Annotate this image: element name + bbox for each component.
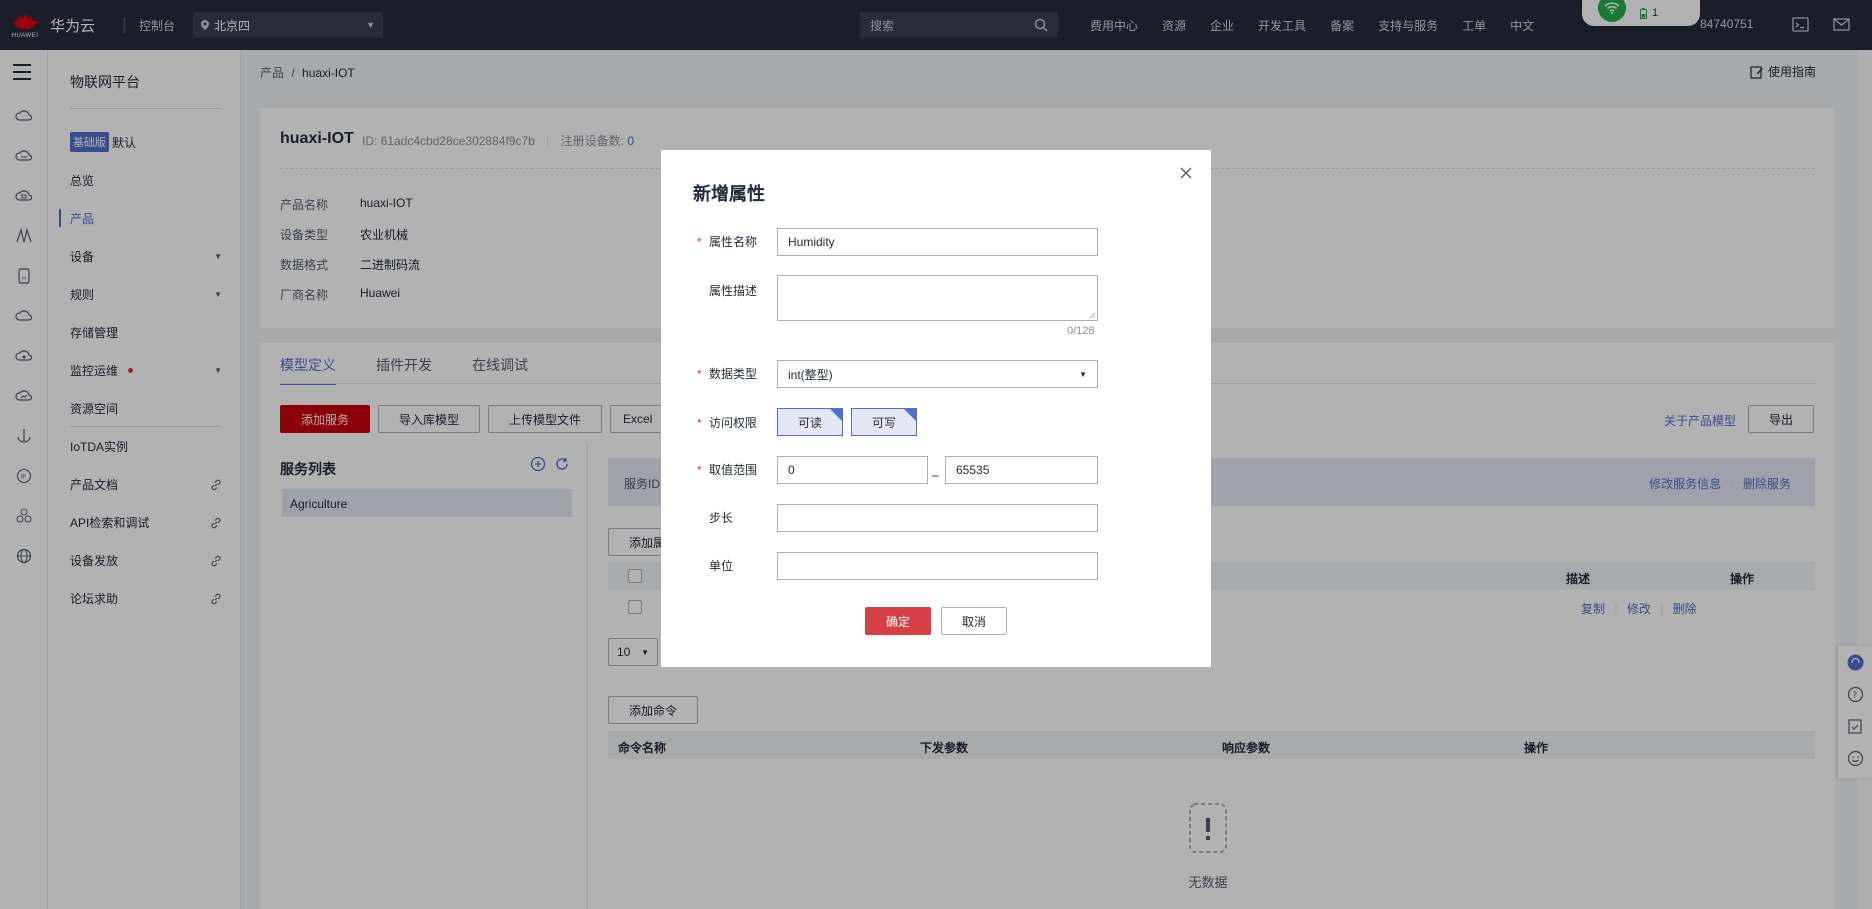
data-type-value: int(整型) xyxy=(788,367,833,382)
label-text: 取值范围 xyxy=(709,463,758,477)
label-text: 属性名称 xyxy=(709,235,758,249)
confirm-button[interactable]: 确定 xyxy=(865,607,931,635)
range-label: * 取值范围 xyxy=(697,461,758,478)
add-property-dialog: 新增属性 * 属性名称 Humidity 属性描述 0/128 * 数据类型 int… xyxy=(661,150,1211,667)
close-icon[interactable] xyxy=(1179,166,1193,180)
required-mark: * xyxy=(697,367,702,381)
access-write-toggle[interactable]: 可写 xyxy=(851,408,917,436)
cancel-button[interactable]: 取消 xyxy=(941,607,1007,635)
step-label: 步长 xyxy=(709,511,734,525)
dialog-title: 新增属性 xyxy=(693,184,765,204)
step-input[interactable] xyxy=(777,504,1098,532)
required-mark: * xyxy=(697,416,702,430)
range-max-input[interactable]: 65535 xyxy=(945,456,1098,484)
required-mark: * xyxy=(697,235,702,249)
property-desc-textarea[interactable] xyxy=(777,275,1098,321)
resize-handle-icon[interactable] xyxy=(1089,312,1096,319)
access-label: * 访问权限 xyxy=(697,414,758,431)
chip-label: 可读 xyxy=(797,415,822,430)
range-min-input[interactable]: 0 xyxy=(777,456,928,484)
desc-char-counter: 0/128 xyxy=(1067,325,1095,337)
range-separator: – xyxy=(932,468,939,482)
caret-down-icon: ▼ xyxy=(1079,369,1087,379)
data-type-label: * 数据类型 xyxy=(697,365,758,382)
property-name-input[interactable]: Humidity xyxy=(777,228,1098,256)
label-text: 数据类型 xyxy=(709,367,758,381)
checked-corner-icon xyxy=(904,409,916,421)
checked-corner-icon xyxy=(830,409,842,421)
property-name-label: * 属性名称 xyxy=(697,233,758,250)
label-text: 访问权限 xyxy=(709,416,758,430)
property-desc-label: 属性描述 xyxy=(709,284,758,298)
chip-label: 可写 xyxy=(871,415,896,430)
unit-label: 单位 xyxy=(709,559,734,573)
required-mark: * xyxy=(697,463,702,477)
unit-input[interactable] xyxy=(777,552,1098,580)
data-type-select[interactable]: int(整型) ▼ xyxy=(777,360,1098,388)
access-read-toggle[interactable]: 可读 xyxy=(777,408,843,436)
